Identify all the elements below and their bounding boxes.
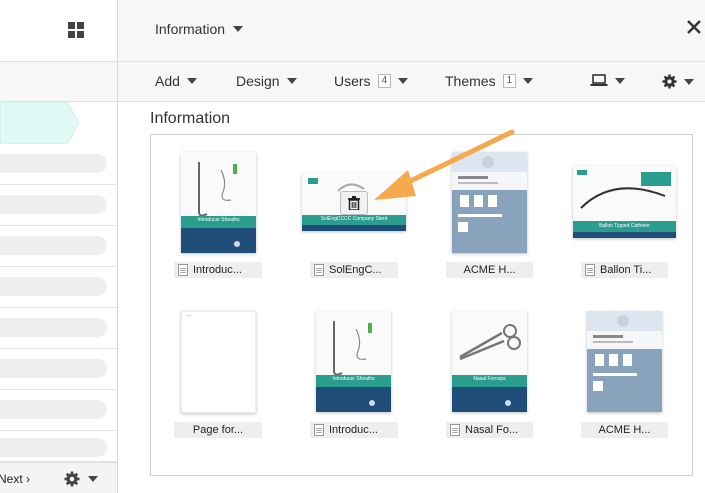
thumbnail-caption: Introducer Sheaths [197, 217, 240, 223]
page-thumbnail[interactable]: Introducer Sheaths [316, 311, 391, 412]
page-label-text: ACME H... [598, 424, 651, 436]
page-selector-label: Information [155, 21, 226, 37]
design-menu[interactable]: Design [236, 73, 297, 89]
document-icon [450, 424, 460, 436]
sidebar-item[interactable] [0, 267, 117, 308]
sidebar-item[interactable] [0, 144, 117, 185]
document-icon [314, 264, 324, 276]
document-icon [178, 264, 188, 276]
page-label-text: Introduc... [329, 424, 378, 436]
sidebar-header [0, 0, 117, 62]
chevron-down-icon [186, 78, 197, 84]
trash-icon [348, 196, 360, 210]
chevron-down-icon [523, 78, 534, 84]
page-selector[interactable]: Information [155, 21, 244, 37]
sidebar-item[interactable] [0, 308, 117, 349]
catheter-product-image [316, 311, 391, 412]
page-label-text: Nasal Fo... [465, 424, 519, 436]
sidebar-settings-button[interactable] [64, 471, 98, 487]
design-menu-label: Design [236, 73, 280, 89]
page-label[interactable]: ACME H... [581, 422, 668, 438]
chevron-down-icon [615, 77, 625, 84]
themes-menu-label: Themes [445, 73, 496, 89]
document-icon [314, 424, 324, 436]
thumbnail-caption: SolEngCCCC Company Stent [320, 216, 388, 222]
gear-icon [64, 471, 80, 487]
settings-menu[interactable] [662, 74, 694, 89]
sidebar-item[interactable] [0, 390, 117, 431]
thumbnail-caption: Nasal Forceps [473, 376, 506, 382]
add-menu-label: Add [155, 73, 180, 89]
page-label[interactable]: Ballon Ti... [581, 262, 668, 278]
page-label-text: ACME H... [463, 264, 516, 276]
next-page-link[interactable]: Next › [0, 472, 30, 486]
laptop-icon [590, 74, 608, 86]
thumbnail-caption: Introducer Sheaths [332, 376, 375, 382]
website-page-image [452, 152, 527, 253]
page-label[interactable]: Page for... [174, 422, 262, 438]
page-thumbnail[interactable] [587, 311, 662, 412]
page-label-text: Introduc... [193, 264, 242, 276]
document-icon [585, 264, 595, 276]
page-thumbnail[interactable] [181, 311, 256, 413]
users-count-badge: 4 [377, 74, 392, 88]
chevron-down-icon [286, 78, 297, 84]
page-label-text: Ballon Ti... [600, 264, 652, 276]
toolbar: Add Design Users 4 Themes 1 [118, 62, 705, 102]
page-label[interactable]: Introduc... [174, 262, 262, 278]
close-icon[interactable] [687, 20, 701, 34]
page-label-text: Page for... [192, 424, 244, 436]
page-thumbnail[interactable]: Nasal Forceps [452, 311, 527, 412]
sidebar-toolbar [0, 62, 117, 102]
grid-apps-icon[interactable] [68, 22, 84, 38]
page-label[interactable]: Introduc... [310, 422, 398, 438]
sidebar-item[interactable] [0, 185, 117, 226]
themes-menu[interactable]: Themes 1 [445, 73, 534, 89]
users-menu-label: Users [334, 73, 371, 89]
sidebar-item-active[interactable] [0, 102, 117, 144]
delete-button[interactable] [340, 191, 368, 215]
sidebar-footer: Next › [0, 462, 117, 493]
left-sidebar: Next › [0, 0, 118, 493]
top-header: Information [118, 0, 705, 62]
gear-icon [662, 74, 677, 89]
sidebar-item[interactable] [0, 431, 117, 462]
add-menu[interactable]: Add [155, 73, 197, 89]
page-thumbnail[interactable]: Introducer Sheaths [181, 152, 256, 253]
blank-page-image [181, 311, 256, 413]
sidebar-item[interactable] [0, 349, 117, 390]
sidebar-item[interactable] [0, 226, 117, 267]
chevron-down-icon [233, 26, 244, 32]
section-title: Information [150, 110, 231, 127]
themes-count-badge: 1 [502, 74, 517, 88]
thumbnail-caption: Ballon Tipped Catheter [599, 223, 650, 229]
page-label[interactable]: ACME H... [446, 262, 533, 278]
page-thumbnail[interactable] [452, 152, 527, 253]
chevron-down-icon [398, 78, 409, 84]
device-preview-menu[interactable] [590, 74, 625, 87]
page-label-text: SolEngC... [329, 264, 382, 276]
forceps-product-image [452, 311, 527, 412]
page-label[interactable]: Nasal Fo... [446, 422, 533, 438]
website-page-image [587, 311, 662, 412]
chevron-down-icon [684, 78, 694, 85]
users-menu[interactable]: Users 4 [334, 73, 409, 89]
page-label[interactable]: SolEngC... [310, 262, 398, 278]
chevron-down-icon [88, 476, 98, 482]
page-thumbnail[interactable]: Ballon Tipped Catheter [573, 166, 676, 238]
catheter-product-image [181, 152, 256, 253]
